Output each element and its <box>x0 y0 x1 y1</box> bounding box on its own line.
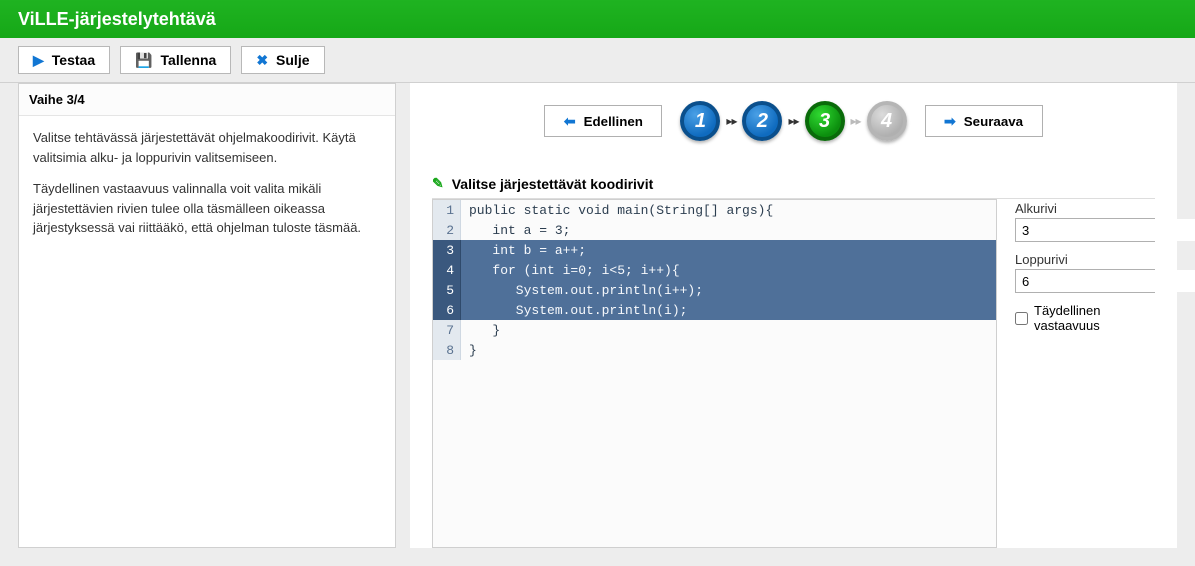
instructions-panel: Vaihe 3/4 Valitse tehtävässä järjestettä… <box>18 83 396 548</box>
main-content: Vaihe 3/4 Valitse tehtävässä järjestettä… <box>0 83 1195 566</box>
code-line[interactable]: 7 } <box>433 320 996 340</box>
wizard-step-3[interactable]: 3 <box>805 101 845 141</box>
code-line[interactable]: 4 for (int i=0; i<5; i++){ <box>433 260 996 280</box>
save-icon: 💾 <box>135 52 152 69</box>
close-icon: ✖ <box>256 52 268 69</box>
save-button-label: Tallenna <box>161 52 217 68</box>
line-number: 5 <box>433 280 461 300</box>
full-match-row[interactable]: Täydellinen vastaavuus <box>1015 303 1155 333</box>
wizard-step-2[interactable]: 2 <box>742 101 782 141</box>
test-button[interactable]: ▶ Testaa <box>18 46 110 74</box>
wizard-step-separator: ▸▸ <box>726 114 736 128</box>
wizard-step-separator: ▸▸ <box>851 114 861 128</box>
play-icon: ▶ <box>33 52 44 69</box>
wizard-steps: 1 ▸▸ 2 ▸▸ 3 ▸▸ 4 <box>680 101 906 141</box>
instruction-para-2: Täydellinen vastaavuus valinnalla voit v… <box>33 179 381 238</box>
save-button[interactable]: 💾 Tallenna <box>120 46 231 74</box>
line-number: 7 <box>433 320 461 340</box>
step-title: Vaihe 3/4 <box>19 84 395 116</box>
wizard-step-separator: ▸▸ <box>788 114 798 128</box>
start-row-stepper[interactable]: ▲ ▼ <box>1015 218 1155 242</box>
next-button-label: Seuraava <box>964 114 1023 129</box>
end-row-stepper[interactable]: ▲ ▼ <box>1015 269 1155 293</box>
next-button[interactable]: ➡ Seuraava <box>925 105 1043 137</box>
code-line[interactable]: 1public static void main(String[] args){ <box>433 200 996 220</box>
code-text: int a = 3; <box>461 223 996 238</box>
end-row-label: Loppurivi <box>1015 252 1155 267</box>
full-match-label[interactable]: Täydellinen vastaavuus <box>1034 303 1155 333</box>
code-line[interactable]: 6 System.out.println(i); <box>433 300 996 320</box>
line-number: 8 <box>433 340 461 360</box>
end-row-group: Loppurivi ▲ ▼ <box>1015 252 1155 293</box>
prev-button-label: Edellinen <box>584 114 643 129</box>
arrow-right-icon: ➡ <box>944 114 956 128</box>
app-title: ViLLE-järjestelytehtävä <box>18 9 216 30</box>
wizard-step-1[interactable]: 1 <box>680 101 720 141</box>
code-line[interactable]: 2 int a = 3; <box>433 220 996 240</box>
test-button-label: Testaa <box>52 52 95 68</box>
end-row-input[interactable] <box>1016 270 1195 292</box>
editor-panel: ⬅ Edellinen 1 ▸▸ 2 ▸▸ 3 ▸▸ 4 ➡ Seuraava ✎ Vali… <box>410 83 1177 548</box>
line-number: 4 <box>433 260 461 280</box>
code-text: } <box>461 323 996 338</box>
start-row-label: Alkurivi <box>1015 201 1155 216</box>
line-number: 6 <box>433 300 461 320</box>
code-editor[interactable]: 1public static void main(String[] args){… <box>432 199 997 548</box>
edit-icon: ✎ <box>432 175 444 192</box>
code-line[interactable]: 3 int b = a++; <box>433 240 996 260</box>
header-bar: ViLLE-järjestelytehtävä <box>0 0 1195 38</box>
code-line[interactable]: 5 System.out.println(i++); <box>433 280 996 300</box>
toolbar: ▶ Testaa 💾 Tallenna ✖ Sulje <box>0 38 1195 83</box>
wizard-row: ⬅ Edellinen 1 ▸▸ 2 ▸▸ 3 ▸▸ 4 ➡ Seuraava <box>432 101 1155 141</box>
arrow-left-icon: ⬅ <box>564 114 576 128</box>
line-number: 2 <box>433 220 461 240</box>
close-button[interactable]: ✖ Sulje <box>241 46 324 74</box>
code-text: System.out.println(i++); <box>461 283 996 298</box>
wizard-step-4[interactable]: 4 <box>867 101 907 141</box>
code-text: System.out.println(i); <box>461 303 996 318</box>
close-button-label: Sulje <box>276 52 309 68</box>
start-row-input[interactable] <box>1016 219 1195 241</box>
code-text: for (int i=0; i<5; i++){ <box>461 263 996 278</box>
step-body: Valitse tehtävässä järjestettävät ohjelm… <box>19 116 395 262</box>
code-text: int b = a++; <box>461 243 996 258</box>
line-number: 1 <box>433 200 461 220</box>
full-match-checkbox[interactable] <box>1015 312 1028 325</box>
instruction-para-1: Valitse tehtävässä järjestettävät ohjelm… <box>33 128 381 167</box>
section-title: Valitse järjestettävät koodirivit <box>452 176 654 192</box>
controls-panel: Alkurivi ▲ ▼ Loppurivi ▲ <box>1015 199 1155 548</box>
prev-button[interactable]: ⬅ Edellinen <box>544 105 662 137</box>
content-row: 1public static void main(String[] args){… <box>432 199 1155 548</box>
section-title-row: ✎ Valitse järjestettävät koodirivit <box>432 175 1155 199</box>
code-text: public static void main(String[] args){ <box>461 203 996 218</box>
code-line[interactable]: 8} <box>433 340 996 360</box>
start-row-group: Alkurivi ▲ ▼ <box>1015 201 1155 242</box>
code-text: } <box>461 343 996 358</box>
line-number: 3 <box>433 240 461 260</box>
